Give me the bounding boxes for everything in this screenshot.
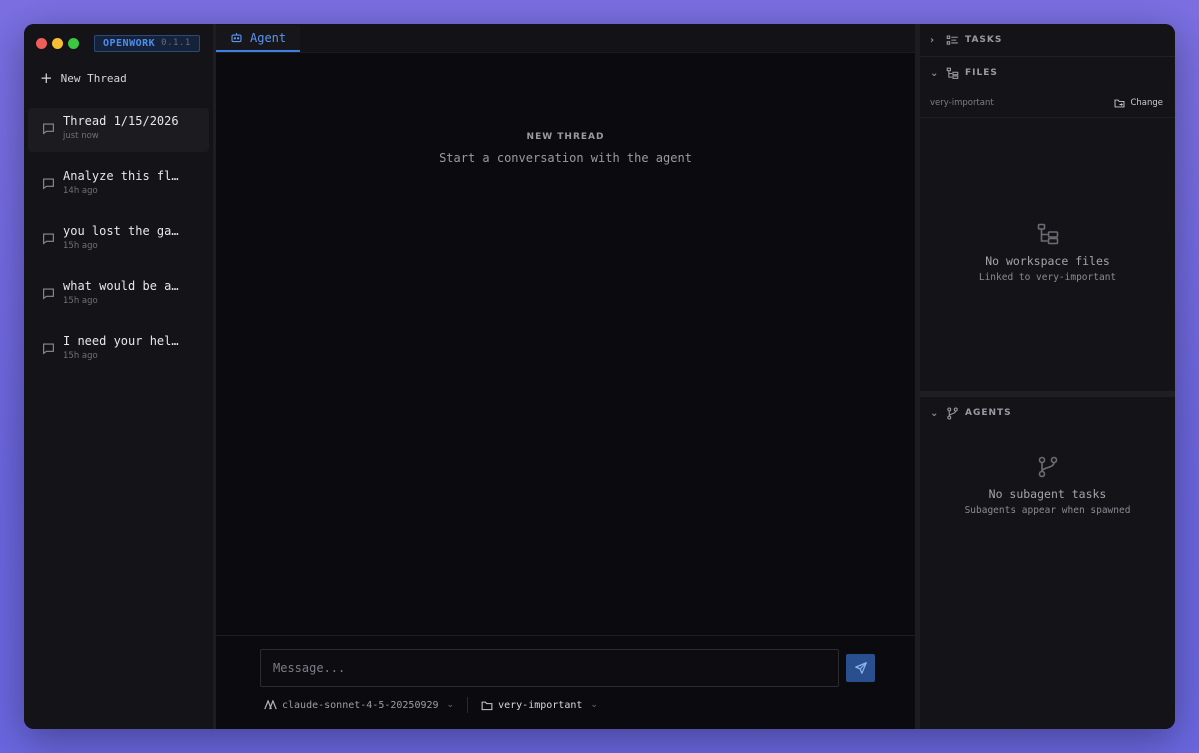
plus-icon: + <box>40 69 53 87</box>
workspace-name: very-important <box>498 699 583 711</box>
close-window-button[interactable] <box>36 37 47 49</box>
workspace-picker[interactable]: very-important ⌄ <box>481 700 598 711</box>
thread-time: just now <box>63 131 99 141</box>
agents-label: AGENTS <box>965 408 1012 418</box>
chevron-right-icon: › <box>930 34 936 46</box>
git-branch-icon <box>1038 456 1057 478</box>
folder-icon <box>481 701 493 710</box>
thread-time: 15h ago <box>63 241 98 251</box>
thread-time: 15h ago <box>63 351 98 361</box>
empty-conversation: NEW THREAD Start a conversation with the… <box>216 132 915 165</box>
chevron-down-icon: ⌄ <box>590 700 598 710</box>
empty-subtitle: Start a conversation with the agent <box>439 151 692 165</box>
anthropic-icon <box>264 700 277 710</box>
change-workspace-button[interactable]: Change <box>1114 98 1163 109</box>
chat-bubble-icon <box>43 123 54 135</box>
files-section-header[interactable]: ⌄ FILES <box>920 57 1175 89</box>
sidebar: OPENWORK 0.1.1 + New Thread Thread 1/15/… <box>24 24 216 729</box>
folder-tree-icon <box>1037 223 1058 245</box>
workspace-row: very-important Change <box>920 89 1175 117</box>
change-label: Change <box>1130 98 1163 108</box>
brand-name: OPENWORK <box>103 37 156 49</box>
main-panel: Agent NEW THREAD Start a conversation wi… <box>216 24 915 729</box>
tab-label: Agent <box>250 30 287 45</box>
new-thread-button[interactable]: + New Thread <box>24 62 213 94</box>
files-body: No workspace files Linked to very-import… <box>920 117 1175 391</box>
model-name: claude-sonnet-4-5-20250929 <box>282 699 439 711</box>
thread-title: I need your hel… <box>63 334 179 348</box>
files-empty-state: No workspace files Linked to very-import… <box>920 222 1175 283</box>
titlebar: OPENWORK 0.1.1 <box>24 24 213 62</box>
tasks-icon <box>946 35 958 45</box>
git-branch-icon <box>947 406 958 420</box>
thread-item[interactable]: Thread 1/15/2026 just now <box>28 108 209 152</box>
chevron-down-icon: ⌄ <box>930 67 940 79</box>
tasks-section-header[interactable]: › TASKS <box>920 24 1175 56</box>
agents-empty-state: No subagent tasks Subagents appear when … <box>920 455 1175 516</box>
brand-version: 0.1.1 <box>161 38 191 48</box>
thread-title: Thread 1/15/2026 <box>63 114 179 128</box>
thread-title: Analyze this fl… <box>63 169 179 183</box>
thread-list: Thread 1/15/2026 just now Analyze this f… <box>24 108 213 383</box>
composer-options: claude-sonnet-4-5-20250929 ⌄ very-import… <box>264 697 598 713</box>
model-picker[interactable]: claude-sonnet-4-5-20250929 ⌄ <box>264 700 454 711</box>
brand-badge: OPENWORK 0.1.1 <box>94 34 200 52</box>
bot-icon <box>231 33 242 43</box>
new-thread-label: New Thread <box>60 71 127 85</box>
chat-bubble-icon <box>43 178 54 190</box>
thread-item[interactable]: what would be a… 15h ago <box>28 273 209 317</box>
composer: claude-sonnet-4-5-20250929 ⌄ very-import… <box>216 635 915 729</box>
thread-item[interactable]: you lost the ga… 15h ago <box>28 218 209 262</box>
agents-section-header[interactable]: ⌄ AGENTS <box>920 397 1175 429</box>
minimize-window-button[interactable] <box>52 37 63 49</box>
right-panel: › TASKS ⌄ FILES very-important Change No… <box>915 24 1175 729</box>
maximize-window-button[interactable] <box>68 37 79 49</box>
chat-bubble-icon <box>43 343 54 355</box>
agents-empty-title: No subagent tasks <box>988 487 1107 501</box>
thread-time: 15h ago <box>63 296 98 306</box>
message-input[interactable] <box>260 649 839 687</box>
thread-title: you lost the ga… <box>63 224 179 238</box>
chat-bubble-icon <box>43 288 54 300</box>
thread-time: 14h ago <box>63 186 98 196</box>
chevron-down-icon: ⌄ <box>930 407 940 419</box>
folder-sync-icon <box>1115 99 1125 107</box>
agents-empty-subtitle: Subagents appear when spawned <box>964 505 1131 516</box>
chat-bubble-icon <box>43 233 54 245</box>
chevron-down-icon: ⌄ <box>446 700 455 710</box>
empty-heading: NEW THREAD <box>526 132 605 142</box>
send-button[interactable] <box>846 654 875 682</box>
send-icon <box>854 662 867 674</box>
tasks-label: TASKS <box>965 35 1003 45</box>
divider <box>467 697 469 713</box>
app-window: OPENWORK 0.1.1 + New Thread Thread 1/15/… <box>24 24 1175 729</box>
files-empty-subtitle: Linked to very-important <box>978 272 1117 283</box>
thread-title: what would be a… <box>63 279 179 293</box>
workspace-path: very-important <box>930 98 994 108</box>
folder-tree-icon <box>946 67 959 79</box>
thread-item[interactable]: I need your hel… 15h ago <box>28 328 209 372</box>
tab-bar: Agent <box>216 24 915 53</box>
files-label: FILES <box>965 68 998 78</box>
tab-agent[interactable]: Agent <box>216 25 301 52</box>
files-empty-title: No workspace files <box>985 254 1110 268</box>
thread-item[interactable]: Analyze this fl… 14h ago <box>28 163 209 207</box>
